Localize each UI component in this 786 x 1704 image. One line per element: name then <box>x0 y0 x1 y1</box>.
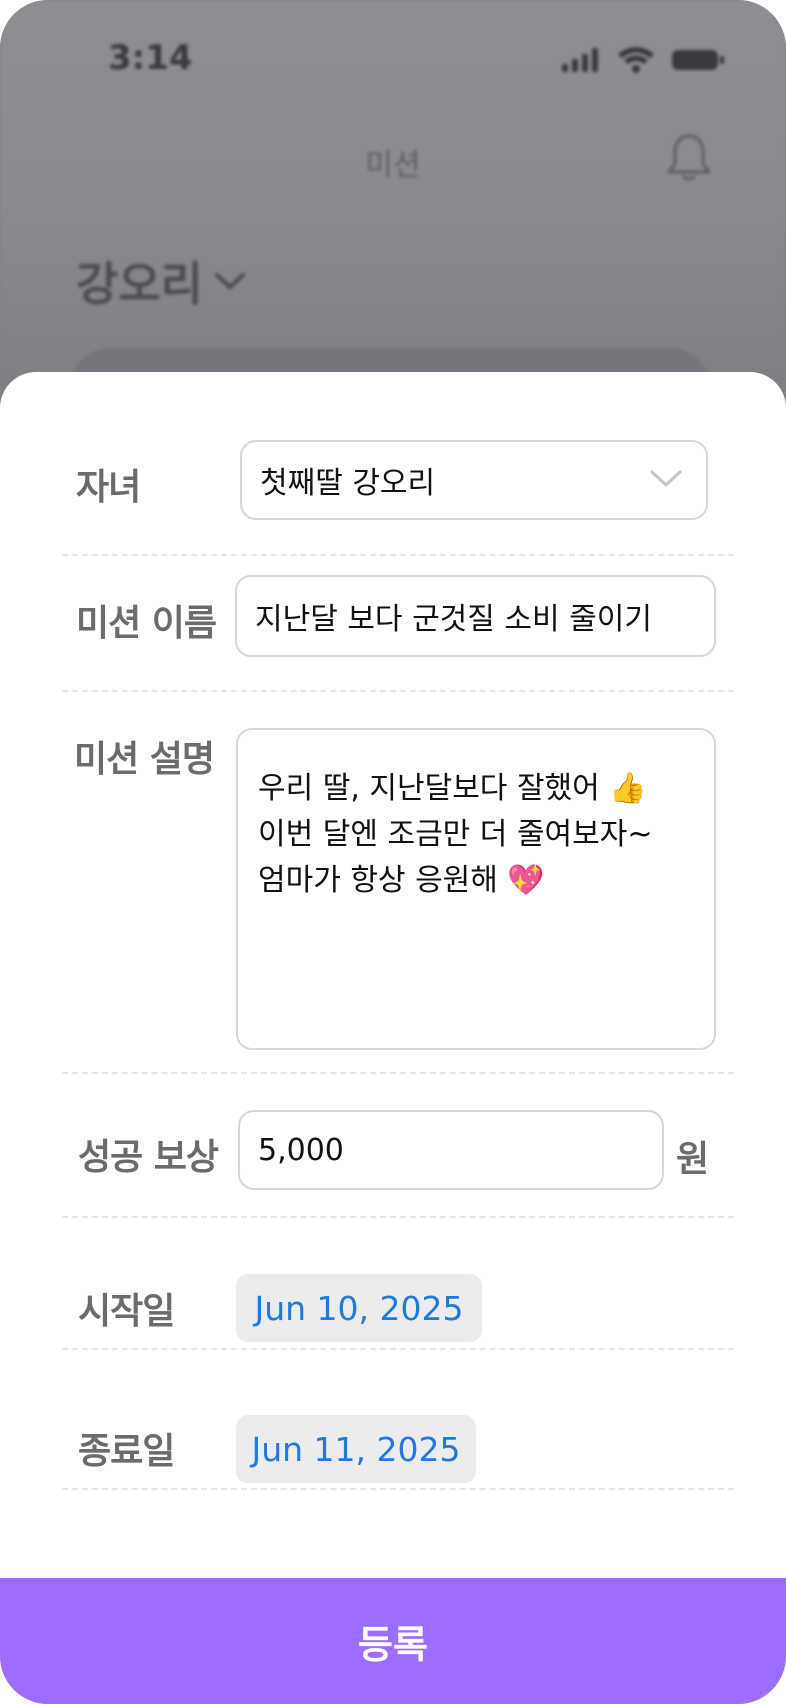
signal-icon <box>562 48 598 72</box>
divider <box>62 1348 734 1350</box>
status-icons <box>562 47 724 73</box>
wifi-icon <box>618 47 654 73</box>
chevron-down-icon <box>650 470 682 488</box>
submit-button[interactable]: 등록 <box>0 1578 786 1704</box>
mission-name-label: 미션 이름 <box>76 603 217 644</box>
mission-desc-textarea[interactable]: 우리 딸, 지난달보다 잘했어 👍 이번 달엔 조금만 더 줄여보자~ 엄마가 … <box>236 728 716 1050</box>
mission-desc-line: 이번 달엔 조금만 더 줄여보자~ <box>258 817 653 852</box>
reward-input[interactable]: 5,000 <box>238 1110 664 1190</box>
background-child-name: 강오리 <box>76 257 203 311</box>
reward-unit: 원 <box>676 1139 710 1180</box>
divider <box>62 1488 734 1490</box>
mission-desc-line: 우리 딸, 지난달보다 잘했어 👍 <box>258 771 647 806</box>
bell-icon <box>667 134 711 181</box>
reward-value: 5,000 <box>258 1132 344 1168</box>
chevron-down-icon <box>214 273 245 290</box>
background-child-selector: 강오리 <box>76 248 247 314</box>
child-select-value: 첫째딸 강오리 <box>260 466 436 501</box>
mission-name-value: 지난달 보다 군것질 소비 줄이기 <box>255 602 652 637</box>
start-date-picker[interactable]: Jun 10, 2025 <box>236 1274 482 1342</box>
end-date-picker[interactable]: Jun 11, 2025 <box>236 1415 476 1483</box>
divider <box>62 554 734 556</box>
end-date-label: 종료일 <box>78 1431 175 1472</box>
battery-icon <box>672 50 724 70</box>
background-app: 3:14 미션 강오리 <box>0 0 786 468</box>
mission-form-sheet: 자녀 첫째딸 강오리 미션 이름 지난달 보다 군것질 소비 줄이기 미션 설명… <box>0 372 786 1704</box>
mission-desc-label: 미션 설명 <box>74 739 215 780</box>
status-time: 3:14 <box>108 38 193 78</box>
mission-desc-line: 엄마가 항상 응원해 💖 <box>258 863 545 898</box>
screen: 3:14 미션 강오리 자녀 첫째딸 강오리 미션 이름 지난달 보다 군것질 … <box>0 0 786 1704</box>
child-select[interactable]: 첫째딸 강오리 <box>240 440 708 520</box>
child-label: 자녀 <box>76 467 141 508</box>
divider <box>62 1216 734 1218</box>
reward-label: 성공 보상 <box>78 1137 219 1178</box>
mission-name-input[interactable]: 지난달 보다 군것질 소비 줄이기 <box>235 575 716 657</box>
divider <box>62 1072 734 1074</box>
divider <box>62 690 734 692</box>
start-date-label: 시작일 <box>78 1291 175 1332</box>
